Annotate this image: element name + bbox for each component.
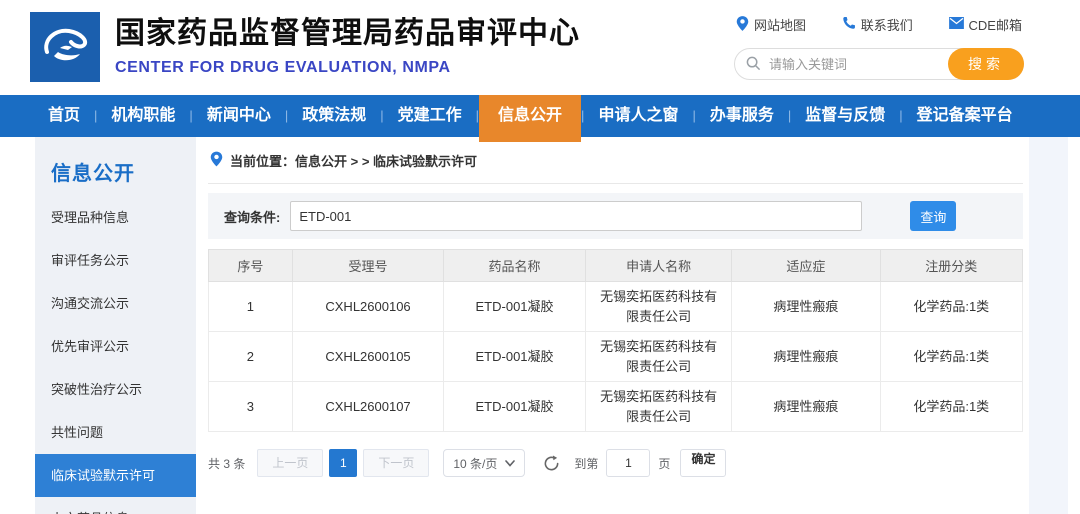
brand-titles: 国家药品监督管理局药品审评中心 CENTER FOR DRUG EVALUATI…	[115, 12, 580, 77]
site-search: 搜索	[734, 48, 1024, 80]
sidebar-item-clinical-trial-implied-license[interactable]: 临床试验默示许可	[35, 454, 196, 497]
col-header-drug-name: 药品名称	[444, 250, 586, 282]
cell-index: 3	[209, 382, 293, 432]
results-table: 序号 受理号 药品名称 申请人名称 适应症 注册分类 1 CXHL2600106…	[208, 249, 1023, 432]
query-input[interactable]	[290, 201, 862, 231]
cell-registration-class: 化学药品:1类	[880, 332, 1023, 382]
page-unit-label: 页	[658, 455, 670, 472]
sidebar-item-marketed-drugs[interactable]: 上市药品信息	[35, 497, 196, 514]
location-pin-icon	[736, 16, 749, 34]
table-row: 2 CXHL2600105 ETD-001凝胶 无锡奕拓医药科技有限责任公司 病…	[209, 332, 1023, 382]
nav-item-info-disclosure[interactable]: 信息公开	[479, 95, 581, 142]
site-title: 国家药品监督管理局药品审评中心	[115, 17, 580, 52]
phone-icon	[842, 16, 856, 33]
cell-drug-name: ETD-001凝胶	[444, 282, 586, 332]
col-header-indication: 适应症	[732, 250, 880, 282]
top-links: 网站地图 联系我们 CDE邮箱	[734, 15, 1024, 34]
sidebar-item-review-tasks[interactable]: 审评任务公示	[35, 239, 196, 282]
next-page-button[interactable]: 下一页	[363, 449, 429, 477]
refresh-icon[interactable]	[543, 455, 560, 472]
cell-drug-name: ETD-001凝胶	[444, 382, 586, 432]
sidebar-item-breakthrough-therapy[interactable]: 突破性治疗公示	[35, 368, 196, 411]
sidebar-item-accepted-varieties[interactable]: 受理品种信息	[35, 196, 196, 239]
cell-registration-class: 化学药品:1类	[880, 382, 1023, 432]
cell-drug-name: ETD-001凝胶	[444, 332, 586, 382]
col-header-acceptance-no: 受理号	[292, 250, 443, 282]
nav-item-applicant-window[interactable]: 申请人之窗	[584, 95, 692, 137]
table-row: 3 CXHL2600107 ETD-001凝胶 无锡奕拓医药科技有限责任公司 病…	[209, 382, 1023, 432]
cde-logo-icon	[30, 12, 100, 82]
cell-indication: 病理性瘢痕	[732, 382, 880, 432]
sidebar: 信息公开 受理品种信息 审评任务公示 沟通交流公示 优先审评公示 突破性治疗公示…	[35, 137, 196, 514]
total-count: 共 3 条	[208, 455, 245, 472]
cell-applicant: 无锡奕拓医药科技有限责任公司	[585, 382, 732, 432]
sidebar-item-priority-review[interactable]: 优先审评公示	[35, 325, 196, 368]
header-right: 网站地图 联系我们 CDE邮箱 搜索	[734, 15, 1024, 80]
nav-item-policy[interactable]: 政策法规	[288, 95, 380, 137]
cell-acceptance-no: CXHL2600107	[292, 382, 443, 432]
main-panel: 当前位置：信息公开 > > 临床试验默示许可 查询条件: 查询 序号 受理号 药…	[196, 137, 1023, 514]
table-row: 1 CXHL2600106 ETD-001凝胶 无锡奕拓医药科技有限责任公司 病…	[209, 282, 1023, 332]
cell-registration-class: 化学药品:1类	[880, 282, 1023, 332]
nav-item-home[interactable]: 首页	[34, 95, 94, 137]
query-button[interactable]: 查询	[910, 201, 956, 231]
col-header-index: 序号	[209, 250, 293, 282]
brand: 国家药品监督管理局药品审评中心 CENTER FOR DRUG EVALUATI…	[30, 12, 580, 82]
nav-item-functions[interactable]: 机构职能	[97, 95, 189, 137]
query-bar: 查询条件: 查询	[208, 193, 1023, 239]
right-gutter	[1023, 137, 1068, 514]
nav-item-services[interactable]: 办事服务	[696, 95, 788, 137]
breadcrumb-pin-icon	[210, 151, 223, 170]
chevron-down-icon	[505, 456, 515, 470]
cell-index: 1	[209, 282, 293, 332]
sidebar-title: 信息公开	[35, 137, 196, 196]
cell-acceptance-no: CXHL2600106	[292, 282, 443, 332]
envelope-icon	[949, 17, 964, 32]
nav-item-party[interactable]: 党建工作	[384, 95, 476, 137]
search-icon	[746, 56, 761, 76]
goto-label: 到第	[574, 455, 598, 472]
table-header-row: 序号 受理号 药品名称 申请人名称 适应症 注册分类	[209, 250, 1023, 282]
sitemap-link[interactable]: 网站地图	[736, 15, 806, 34]
page-size-select[interactable]: 10 条/页	[443, 449, 525, 477]
cell-applicant: 无锡奕拓医药科技有限责任公司	[585, 332, 732, 382]
search-button[interactable]: 搜索	[948, 48, 1024, 80]
page-number-button[interactable]: 1	[329, 449, 357, 477]
site-header: 国家药品监督管理局药品审评中心 CENTER FOR DRUG EVALUATI…	[0, 0, 1080, 95]
sidebar-item-communication[interactable]: 沟通交流公示	[35, 282, 196, 325]
col-header-registration-class: 注册分类	[880, 250, 1023, 282]
breadcrumb: 当前位置：信息公开 > > 临床试验默示许可	[208, 137, 1023, 184]
cell-indication: 病理性瘢痕	[732, 282, 880, 332]
site-subtitle: CENTER FOR DRUG EVALUATION, NMPA	[115, 59, 580, 77]
contact-link[interactable]: 联系我们	[842, 15, 913, 34]
nav-item-registration-platform[interactable]: 登记备案平台	[903, 95, 1027, 137]
main-nav: 首页 | 机构职能 | 新闻中心 | 政策法规 | 党建工作 | 信息公开 | …	[0, 95, 1080, 137]
confirm-button[interactable]: 确定	[680, 449, 726, 477]
nav-item-supervision[interactable]: 监督与反馈	[791, 95, 899, 137]
query-label: 查询条件:	[224, 207, 280, 226]
left-gutter	[0, 137, 35, 514]
cell-index: 2	[209, 332, 293, 382]
nav-item-news[interactable]: 新闻中心	[193, 95, 285, 137]
pagination: 共 3 条 上一页 1 下一页 10 条/页 到第 页 确定	[208, 449, 1023, 477]
cell-acceptance-no: CXHL2600105	[292, 332, 443, 382]
cell-indication: 病理性瘢痕	[732, 332, 880, 382]
goto-page-input[interactable]	[606, 449, 650, 477]
breadcrumb-text: 当前位置：信息公开 > > 临床试验默示许可	[230, 151, 477, 170]
cell-applicant: 无锡奕拓医药科技有限责任公司	[585, 282, 732, 332]
prev-page-button[interactable]: 上一页	[257, 449, 323, 477]
sidebar-item-common-issues[interactable]: 共性问题	[35, 411, 196, 454]
col-header-applicant: 申请人名称	[585, 250, 732, 282]
content: 信息公开 受理品种信息 审评任务公示 沟通交流公示 优先审评公示 突破性治疗公示…	[0, 137, 1080, 514]
mail-link[interactable]: CDE邮箱	[949, 15, 1022, 34]
